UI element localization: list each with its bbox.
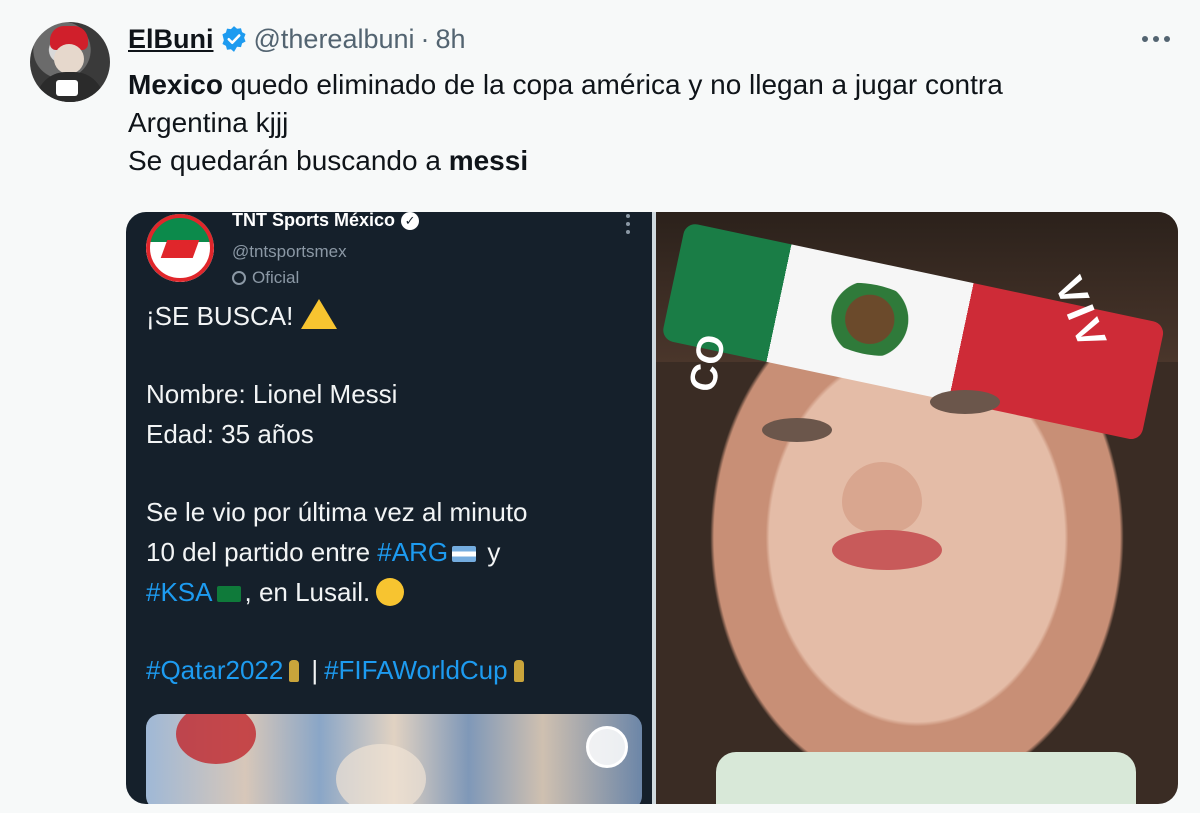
argentina-flag-icon (452, 546, 477, 563)
embedded-seen-line2: 10 del partido entre #ARG y (146, 537, 501, 567)
tweet-text-line2: Argentina kjjj (128, 107, 289, 138)
embedded-photo (146, 714, 642, 804)
mexico-eagle-emblem (803, 272, 936, 367)
embedded-menu-icon (626, 214, 632, 238)
tweet-text-line1: quedo eliminado de la copa américa y no … (222, 69, 1003, 100)
hashtag-fifa: #FIFAWorldCup (324, 655, 508, 685)
tweet-timestamp[interactable]: 8h (436, 24, 466, 55)
embedded-hashtags: #Qatar2022 | #FIFAWorldCup (146, 650, 636, 690)
trophy-icon (289, 660, 300, 682)
tweet-header: ElBuni @therealbuni · 8h (128, 22, 466, 56)
embedded-account-label: Oficial (232, 268, 299, 288)
right-eye (930, 390, 1000, 414)
embedded-name-line: Nombre: Lionel Messi (146, 379, 398, 409)
avatar-face (54, 44, 84, 74)
trophy-icon (513, 660, 524, 682)
embedded-screenshot[interactable]: TNT Sports México ✓ @tntsportsmex Oficia… (126, 212, 652, 804)
more-options-icon[interactable] (1138, 24, 1174, 54)
tnt-sports-logo (146, 214, 214, 282)
embedded-account-handle: @tntsportsmex (232, 242, 347, 261)
hashtag-arg: #ARG (377, 537, 449, 567)
left-eye (762, 418, 832, 442)
mouth (832, 530, 942, 570)
tweet-text-bold-messi: messi (448, 145, 529, 176)
avatar-shirt (36, 72, 104, 102)
embedded-seen-line3: #KSA, en Lusail. (146, 572, 636, 612)
tweet-media[interactable]: TNT Sports México ✓ @tntsportsmex Oficia… (126, 212, 1178, 804)
anxious-face-icon (376, 578, 405, 606)
author-name[interactable]: ElBuni (128, 24, 214, 55)
official-check-icon (232, 271, 246, 285)
embedded-title: ¡SE BUSCA! (146, 296, 636, 336)
warning-icon (301, 299, 338, 329)
embedded-verified-icon: ✓ (401, 212, 420, 230)
embedded-age-line: Edad: 35 años (146, 419, 314, 449)
author-avatar[interactable] (30, 22, 110, 102)
saudi-flag-icon (216, 586, 241, 603)
tweet-text: Mexico quedo eliminado de la copa améric… (128, 66, 1148, 180)
tweet-text-bold-mexico: Mexico (128, 69, 223, 100)
embedded-account-name: TNT Sports México ✓ (232, 212, 420, 231)
tweet-text-line3: Se quedarán buscando a (128, 145, 449, 176)
tweet: ElBuni @therealbuni · 8h Mexico quedo el… (0, 0, 1200, 813)
crying-fan-photo[interactable]: VIV CO (656, 212, 1178, 804)
embedded-seen-line1: Se le vio por última vez al minuto (146, 497, 528, 527)
nose (842, 462, 922, 532)
hashtag-qatar: #Qatar2022 (146, 655, 284, 685)
hashtag-ksa: #KSA (146, 577, 213, 607)
author-handle[interactable]: @therealbuni (254, 24, 415, 55)
shirt-collar (716, 752, 1136, 804)
verified-badge-icon (221, 26, 246, 52)
tnt-watermark-icon (586, 726, 628, 768)
embedded-post-text: ¡SE BUSCA! Nombre: Lionel Messi Edad: 35… (146, 296, 636, 690)
header-separator: · (420, 23, 430, 54)
